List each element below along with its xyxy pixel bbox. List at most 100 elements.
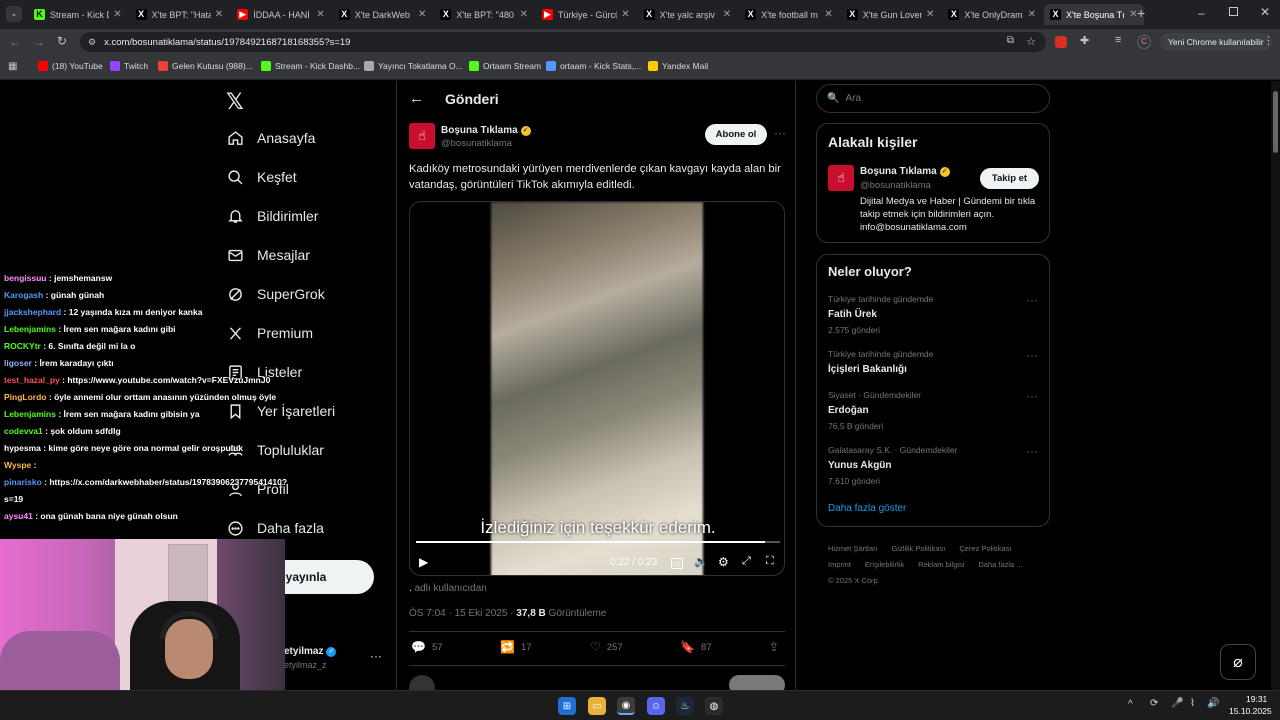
bookmark-item[interactable]: (18) YouTube (38, 61, 103, 71)
bookmark-item[interactable]: Ortaam Stream (469, 61, 541, 71)
obs-icon[interactable]: ◍ (705, 697, 723, 715)
bookmark-button[interactable]: 🔖 87 (680, 640, 712, 654)
bookmark-star-icon[interactable]: ☆ (1026, 35, 1036, 48)
follow-button[interactable]: Takip et (980, 168, 1039, 189)
apps-grid-icon[interactable]: ▦ (8, 61, 17, 72)
steam-icon[interactable]: ♨ (676, 697, 694, 715)
footer-link[interactable]: Imprint (828, 560, 851, 569)
video-player[interactable]: İzlediğiniz için teşekkür ederim. ▶ 0:22… (409, 201, 785, 576)
close-window-button[interactable]: ✕ (1260, 5, 1270, 19)
play-icon[interactable]: ▶ (419, 555, 428, 569)
tab-close-icon[interactable]: ✕ (723, 9, 731, 20)
tray-mic-icon[interactable]: 🎤 (1171, 698, 1183, 709)
tab-close-icon[interactable]: ✕ (316, 9, 324, 20)
settings-gear-icon[interactable]: ⚙ (718, 555, 729, 569)
tray-volume-icon[interactable]: 🔊 (1207, 698, 1219, 709)
reply-button[interactable]: 💬 57 (411, 640, 443, 654)
search-box[interactable]: 🔍 (816, 84, 1050, 113)
chat-username[interactable]: Lebenjamins (4, 409, 56, 419)
chat-username[interactable]: ligoser (4, 358, 32, 368)
trend-more-icon[interactable]: ··· (1026, 444, 1038, 458)
extensions-puzzle-icon[interactable]: ✚ (1080, 34, 1089, 47)
tab-close-icon[interactable]: ✕ (926, 9, 934, 20)
tab-10[interactable]: X X'te Boşuna Tı ✕ (1044, 4, 1144, 25)
tray-network-icon[interactable]: ⟳ (1150, 698, 1158, 709)
author-name[interactable]: Boşuna Tıklama (441, 125, 518, 136)
search-input[interactable] (845, 93, 1036, 104)
tab-2[interactable]: ▶ İDDAA - HANİ ✕ (231, 4, 331, 25)
footer-link[interactable]: Reklam bilgisi (918, 560, 964, 569)
chat-username[interactable]: PingLordo (4, 392, 47, 402)
trend-item[interactable]: Siyaset · Gündemdekiler Erdoğan 76,5 B gön… (828, 390, 921, 431)
chat-username[interactable]: test_hazal_py (4, 375, 60, 385)
forward-icon[interactable]: → (33, 35, 45, 49)
clock-time[interactable]: 19:31 (1246, 694, 1267, 704)
tab-8[interactable]: X X'te Gun Lover ✕ (841, 4, 941, 25)
nav-item-10[interactable]: Daha fazla (226, 519, 324, 537)
profile-avatar[interactable]: C (1137, 35, 1151, 49)
chat-username[interactable]: hypesma (4, 443, 41, 453)
back-icon[interactable]: ← (9, 35, 21, 49)
repost-button[interactable]: 🔁 17 (500, 640, 532, 654)
trend-more-icon[interactable]: ··· (1026, 293, 1038, 307)
install-app-icon[interactable]: ⧉ (1007, 35, 1014, 46)
tab-close-icon[interactable]: ✕ (824, 9, 832, 20)
x-logo-icon[interactable]: 𝕏 (226, 89, 244, 115)
post-date[interactable]: ÖS 7:04 · 15 Eki 2025 (409, 608, 507, 619)
tab-4[interactable]: X X'te BPT: "480 ✕ (434, 4, 534, 25)
nav-item-4[interactable]: SuperGrok (226, 285, 325, 303)
author-avatar[interactable]: ☝ (409, 123, 435, 149)
chat-username[interactable]: jjackshephard (4, 307, 61, 317)
grok-icon[interactable]: ⌀ (1220, 644, 1256, 680)
chat-username[interactable]: codevva1 (4, 426, 43, 436)
tab-close-icon[interactable]: ✕ (215, 9, 223, 20)
chat-username[interactable]: Lebenjamins (4, 324, 56, 334)
nav-item-2[interactable]: Bildirimler (226, 207, 318, 225)
related-name[interactable]: Boşuna Tıklama (860, 166, 937, 177)
tab-0[interactable]: K Stream - Kick D ✕ (28, 4, 128, 25)
file-explorer-icon[interactable]: ▭ (588, 697, 606, 715)
trend-item[interactable]: Galatasaray S.K. · Gündemdekiler Yunus Ak… (828, 445, 957, 486)
bookmark-item[interactable]: Twitch (110, 61, 148, 71)
share-icon[interactable]: ⇪ (769, 640, 779, 654)
chat-username[interactable]: bengissuu (4, 273, 47, 283)
bookmark-item[interactable]: Gelen Kutusu (988)... (158, 61, 253, 71)
footer-link[interactable]: Erişilebilirlik (865, 560, 904, 569)
footer-link[interactable]: Gizlilik Politikası (892, 544, 946, 553)
bookmark-item[interactable]: Stream - Kick Dashb... (261, 61, 360, 71)
tab-5[interactable]: ▶ Türkiye - Gürcü ✕ (536, 4, 636, 25)
fullscreen-icon[interactable]: ⛶ (766, 555, 774, 568)
trend-more-icon[interactable]: ··· (1026, 389, 1038, 403)
bookmark-item[interactable]: Yayıncı Tokatlama O... (364, 61, 463, 71)
chrome-update-button[interactable]: Yeni Chrome kullanılabilir (1160, 33, 1272, 51)
bookmark-item[interactable]: Yandex Mail (648, 61, 708, 71)
chrome-menu-icon[interactable]: ⋮ (1263, 34, 1274, 47)
chat-username[interactable]: pinarisko (4, 477, 42, 487)
video-progress-track[interactable] (416, 541, 780, 543)
reply-submit-button[interactable] (729, 675, 785, 690)
tab-close-icon[interactable]: ✕ (418, 9, 426, 20)
tab-close-icon[interactable]: ✕ (520, 9, 528, 20)
discord-icon[interactable]: ☺ (647, 697, 665, 715)
popout-icon[interactable]: ⤢ (742, 555, 751, 568)
back-arrow-icon[interactable]: ← (409, 90, 424, 107)
clock-date[interactable]: 15.10.2025 (1229, 706, 1272, 716)
windows-start-icon[interactable]: ⊞ (558, 697, 576, 715)
bookmark-item[interactable]: ortaam - Kick Stats,... (546, 61, 641, 71)
tab-6[interactable]: X X'te yalc arşiv ✕ (638, 4, 738, 25)
tab-close-icon[interactable]: ✕ (621, 9, 629, 20)
tray-wifi-icon[interactable]: ⌇ (1190, 698, 1195, 709)
page-scrollbar[interactable] (1271, 81, 1280, 690)
trend-item[interactable]: Türkiye tarihinde gündemde Fatih Ürek 2.57… (828, 294, 933, 335)
maximize-button[interactable] (1229, 7, 1238, 16)
tab-1[interactable]: X X'te BPT: "Hata ✕ (130, 4, 230, 25)
trend-item[interactable]: Türkiye tarihinde gündemde İçişleri Bakan… (828, 349, 933, 375)
nav-item-7[interactable]: Yer İşaretleri (226, 402, 335, 420)
like-button[interactable]: ♡ 257 (590, 640, 623, 654)
subscribe-button[interactable]: Abone ol (705, 124, 767, 145)
reload-icon[interactable]: ↻ (57, 34, 67, 48)
new-tab-button[interactable]: + (1137, 5, 1145, 21)
trend-more-icon[interactable]: ··· (1026, 348, 1038, 362)
author-handle[interactable]: @bosunatiklama (441, 138, 512, 149)
chat-username[interactable]: Wyspe (4, 460, 31, 470)
